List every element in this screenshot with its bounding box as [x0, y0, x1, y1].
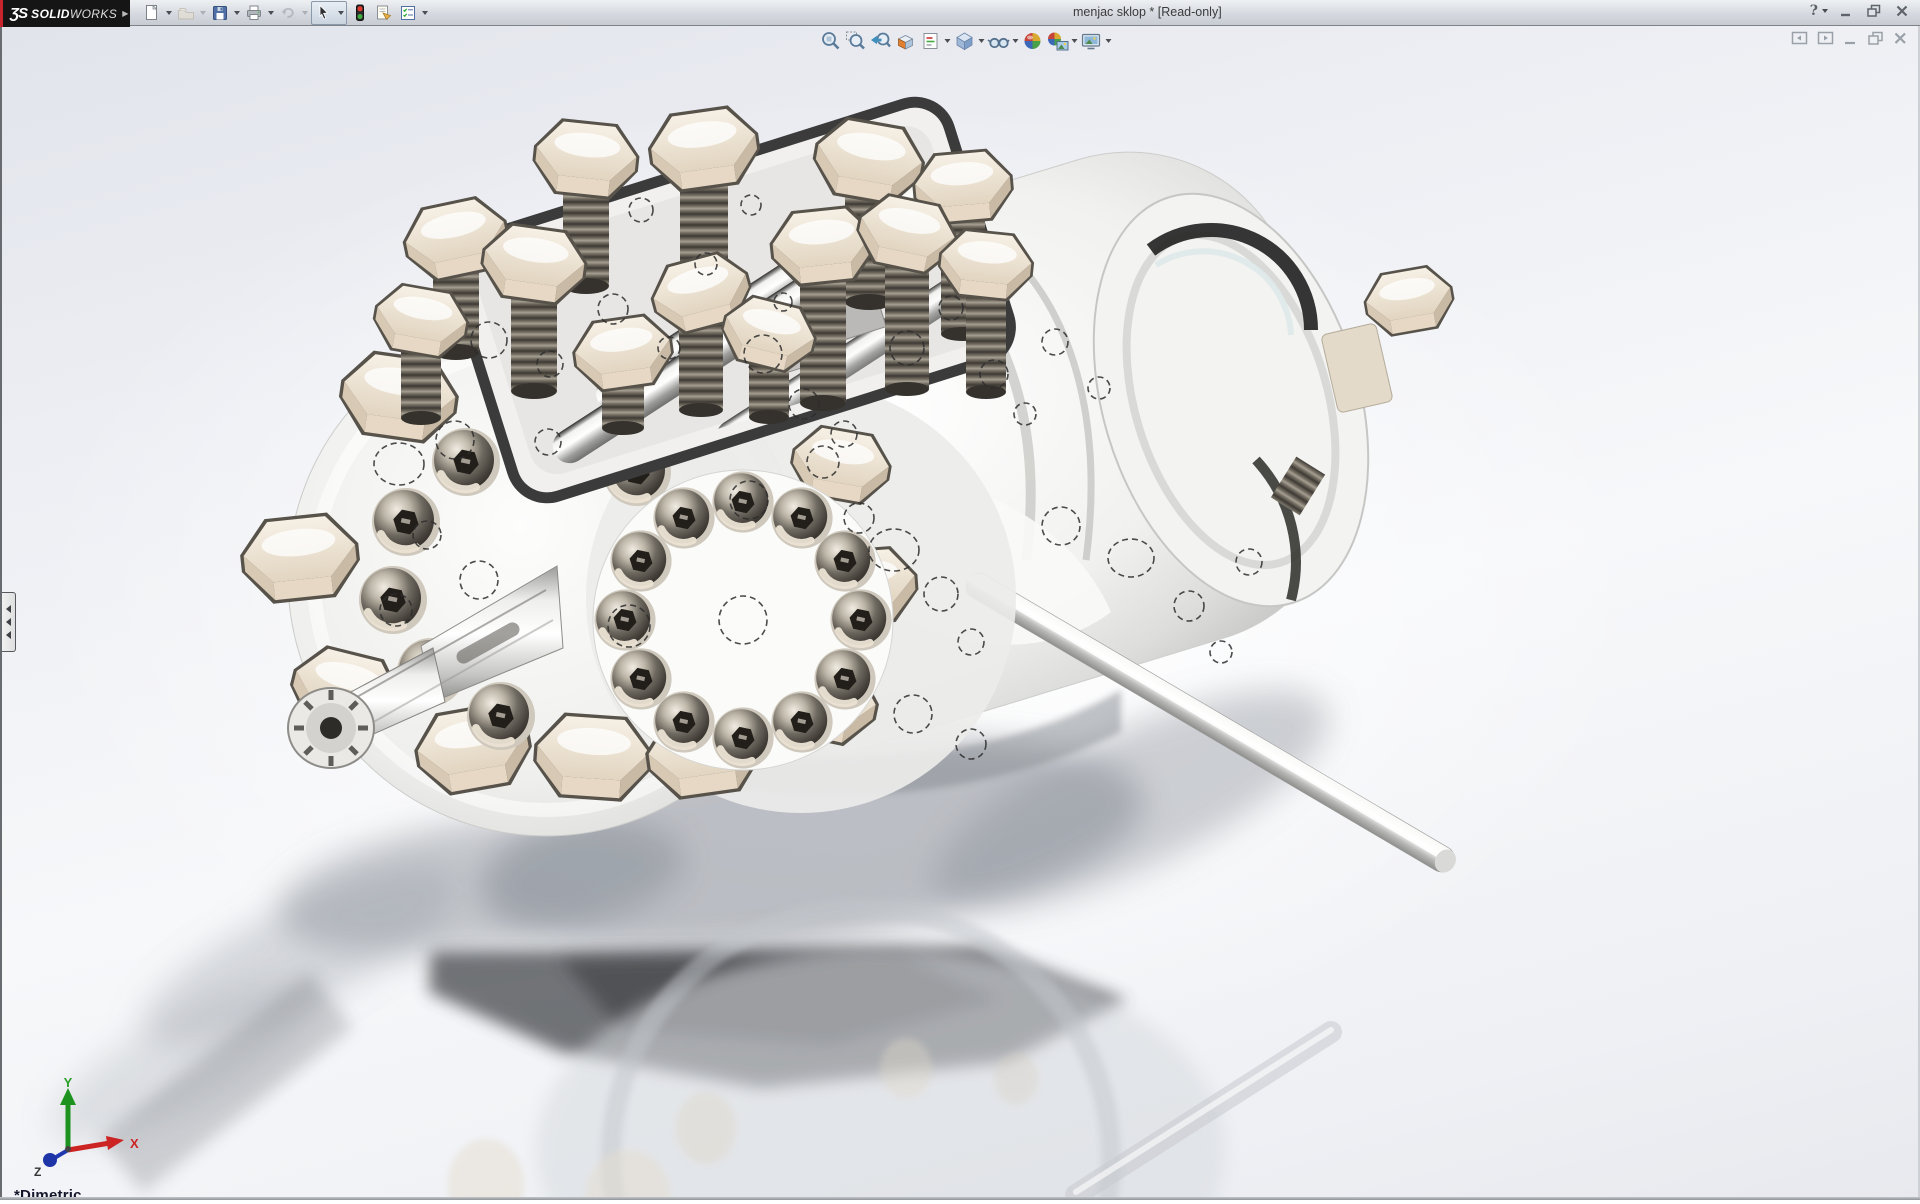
print-icon — [245, 4, 263, 22]
collapse-arrow-icon — [6, 618, 11, 626]
document-title: menjac sklop * [Read-only] — [1073, 5, 1222, 19]
restore-icon — [1866, 4, 1882, 18]
new-document-dropdown[interactable] — [164, 2, 174, 24]
select-cursor-icon — [315, 4, 333, 22]
rebuild-traffic-light-icon — [351, 4, 369, 22]
previous-view-icon — [869, 30, 891, 52]
open-dropdown[interactable] — [198, 2, 208, 24]
feature-panel-collapse-tab[interactable] — [2, 592, 16, 652]
show-left-pane-button[interactable] — [1791, 31, 1808, 46]
view-settings-icon — [1079, 30, 1103, 52]
view-orientation-label: *Dimetric — [14, 1187, 82, 1204]
rebuild-button[interactable] — [348, 2, 372, 24]
display-style-dropdown[interactable] — [977, 39, 986, 43]
title-bar: ƷS SOLID WORKS ▶ — [0, 0, 1920, 26]
hide-show-items-dropdown[interactable] — [1011, 39, 1020, 43]
print-dropdown[interactable] — [266, 2, 276, 24]
section-view-icon — [894, 30, 916, 52]
solidworks-logo-icon: ƷS — [10, 5, 27, 22]
minimize-document-button[interactable] — [1843, 31, 1858, 46]
zoom-to-fit-icon — [819, 30, 841, 52]
view-settings-dropdown[interactable] — [1104, 39, 1113, 43]
print-button[interactable] — [242, 2, 266, 24]
solidworks-window: { "title_bar": { "logo_mark": "ƷS", "log… — [0, 0, 1920, 1200]
screw-ring-right — [593, 470, 893, 770]
previous-view-button[interactable] — [868, 29, 893, 53]
model-3d-view[interactable] — [2, 26, 1920, 1200]
help-dropdown[interactable] — [1822, 9, 1828, 13]
display-style-icon — [953, 30, 975, 52]
triad-z-label: Z — [34, 1165, 41, 1178]
headsup-view-toolbar — [818, 29, 1113, 53]
apply-scene-dropdown[interactable] — [1070, 39, 1079, 43]
save-dropdown[interactable] — [232, 2, 242, 24]
apply-scene-button[interactable] — [1045, 29, 1070, 53]
view-orientation-dropdown[interactable] — [943, 39, 952, 43]
select-dropdown[interactable] — [336, 2, 346, 24]
view-settings-button[interactable] — [1079, 29, 1104, 53]
options-icon — [399, 4, 417, 22]
restore-button[interactable] — [1864, 2, 1884, 20]
new-document-button[interactable] — [140, 2, 164, 24]
graphics-area[interactable]: Y X Z *Dimetric — [0, 26, 1920, 1200]
reference-triad: Y X Z — [14, 1078, 144, 1178]
zoom-to-area-icon — [844, 30, 866, 52]
options-button[interactable] — [396, 2, 420, 24]
help-button[interactable]: ? — [1810, 3, 1818, 19]
standard-toolbar — [140, 1, 430, 24]
minimize-button[interactable] — [1836, 2, 1856, 20]
minimize-icon — [1839, 4, 1853, 18]
undo-icon — [279, 4, 297, 22]
collapse-arrow-icon — [6, 631, 11, 639]
close-button[interactable] — [1892, 2, 1912, 20]
display-style-button[interactable] — [952, 29, 977, 53]
close-document-button[interactable] — [1893, 31, 1908, 46]
titlebar-controls: ? — [1810, 2, 1912, 20]
brand-accent — [0, 0, 3, 27]
section-view-button[interactable] — [893, 29, 918, 53]
close-icon — [1895, 4, 1909, 18]
restore-document-button[interactable] — [1867, 31, 1884, 46]
logo-text-bold: SOLID — [31, 7, 70, 21]
select-button-group — [311, 1, 347, 25]
hide-show-items-icon — [986, 30, 1010, 52]
open-button[interactable] — [174, 2, 198, 24]
view-orientation-icon — [919, 30, 941, 52]
new-document-icon — [143, 4, 161, 22]
file-properties-button[interactable] — [372, 2, 396, 24]
document-window-controls — [1791, 31, 1908, 46]
save-button[interactable] — [208, 2, 232, 24]
edit-appearance-icon — [1021, 30, 1043, 52]
undo-button[interactable] — [276, 2, 300, 24]
edit-appearance-button[interactable] — [1020, 29, 1045, 53]
file-properties-icon — [375, 4, 393, 22]
solidworks-menu-button[interactable]: ƷS SOLID WORKS ▶ — [0, 0, 130, 27]
collapse-arrow-icon — [6, 605, 11, 613]
zoom-to-fit-button[interactable] — [818, 29, 843, 53]
open-icon — [177, 4, 195, 22]
view-orientation-button[interactable] — [918, 29, 943, 53]
hide-show-items-button[interactable] — [986, 29, 1011, 53]
triad-y-label: Y — [64, 1078, 73, 1090]
show-right-pane-button[interactable] — [1817, 31, 1834, 46]
options-dropdown[interactable] — [420, 2, 430, 24]
undo-dropdown[interactable] — [300, 2, 310, 24]
save-icon — [211, 4, 229, 22]
logo-text-light: WORKS — [70, 7, 117, 21]
triad-x-label: X — [130, 1136, 139, 1151]
select-button[interactable] — [312, 2, 336, 24]
apply-scene-icon — [1045, 30, 1069, 52]
zoom-to-area-button[interactable] — [843, 29, 868, 53]
menu-flyout-arrow-icon: ▶ — [122, 9, 128, 18]
